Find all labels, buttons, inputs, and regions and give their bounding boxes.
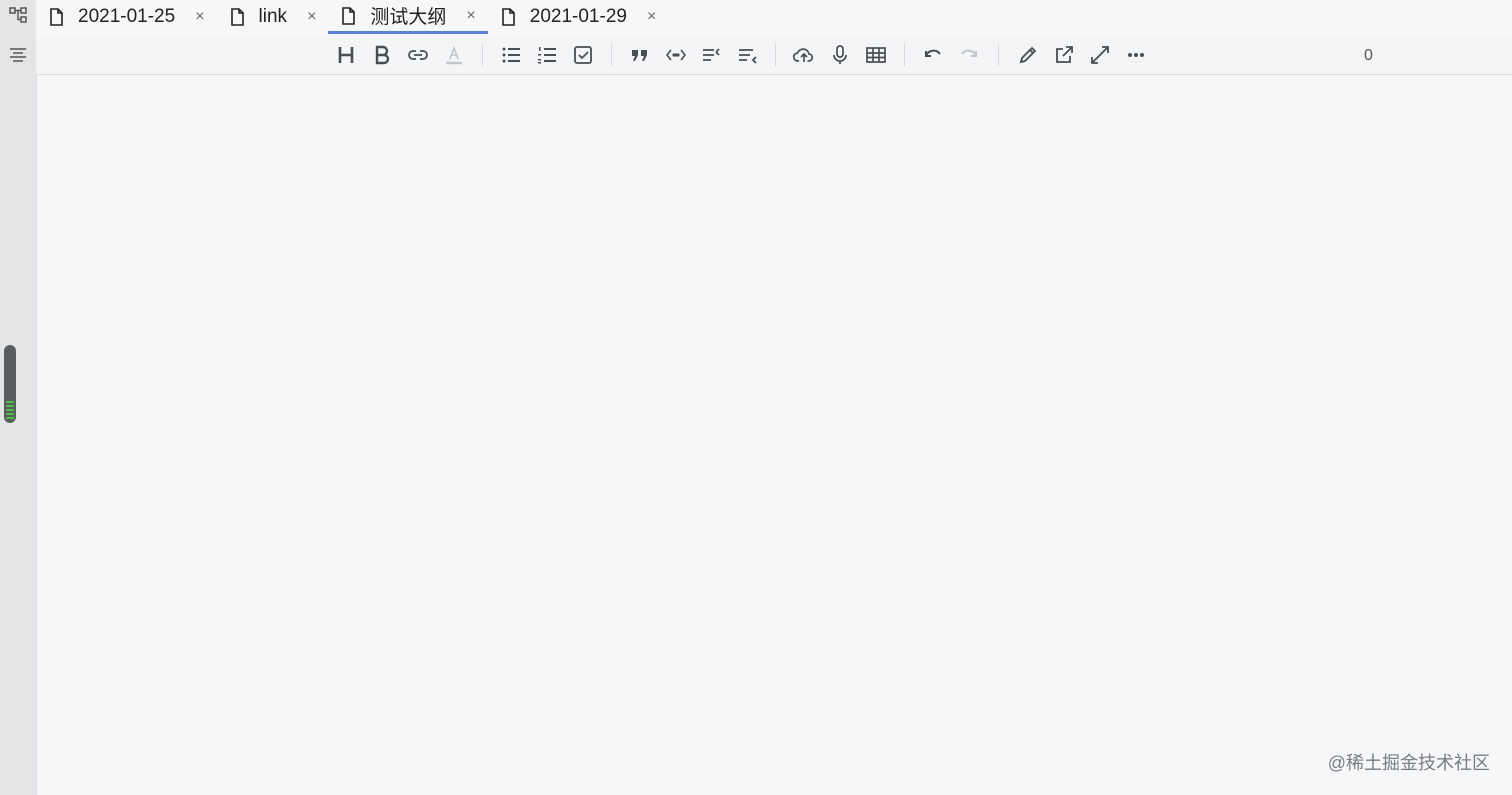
tab-label: 测试大纲 (370, 7, 447, 28)
bold-icon[interactable] (370, 43, 394, 67)
ordered-list-icon[interactable] (535, 43, 559, 67)
document-icon (227, 7, 247, 27)
editor-area[interactable] (37, 75, 1512, 795)
link-icon[interactable] (406, 43, 430, 67)
editor-toolbar (36, 36, 1512, 75)
tab-link[interactable]: link × (217, 0, 329, 34)
table-icon[interactable] (864, 43, 888, 67)
document-icon (338, 6, 358, 26)
close-icon[interactable]: × (647, 8, 656, 26)
watermark: @稀土掘金技术社区 (1327, 753, 1490, 773)
font-color-icon[interactable] (442, 43, 466, 67)
close-icon[interactable]: × (195, 8, 204, 26)
toolbar-separator (775, 44, 776, 66)
checkbox-icon[interactable] (571, 43, 595, 67)
align-center-icon[interactable] (6, 43, 30, 67)
left-rail (0, 0, 37, 795)
history-group (921, 36, 981, 74)
toolbar-separator (904, 44, 905, 66)
document-icon (498, 7, 518, 27)
view-group (1016, 36, 1148, 74)
word-count: 0 (1364, 47, 1373, 64)
outline-tree-icon[interactable] (6, 3, 30, 27)
redo-icon[interactable] (957, 43, 981, 67)
tab-label: 2021-01-29 (529, 6, 627, 27)
tab-label: link (258, 6, 288, 27)
block-group (628, 36, 760, 74)
quote-icon[interactable] (628, 43, 652, 67)
more-icon[interactable] (1124, 43, 1148, 67)
code-icon[interactable] (664, 43, 688, 67)
outdent-icon[interactable] (700, 43, 724, 67)
indent-icon[interactable] (736, 43, 760, 67)
insert-group (792, 36, 888, 74)
open-external-icon[interactable] (1052, 43, 1076, 67)
tab-bar: 2021-01-25 × link × 测试大纲 × 2021-01-29 × (36, 0, 1512, 36)
heading-icon[interactable] (334, 43, 358, 67)
document-icon (46, 7, 66, 27)
undo-icon[interactable] (921, 43, 945, 67)
close-icon[interactable]: × (307, 8, 316, 26)
toolbar-separator (998, 44, 999, 66)
tab-2021-01-29[interactable]: 2021-01-29 × (488, 0, 669, 34)
scroll-handle[interactable] (4, 345, 16, 423)
toolbar-separator (482, 44, 483, 66)
scroll-grip (6, 401, 14, 419)
format-group (334, 36, 466, 74)
fullscreen-icon[interactable] (1088, 43, 1112, 67)
close-icon[interactable]: × (466, 7, 475, 25)
upload-icon[interactable] (792, 43, 816, 67)
list-group (499, 36, 595, 74)
bullet-list-icon[interactable] (499, 43, 523, 67)
tab-test-outline[interactable]: 测试大纲 × (328, 0, 488, 34)
tab-2021-01-25[interactable]: 2021-01-25 × (36, 0, 217, 34)
tab-label: 2021-01-25 (78, 6, 176, 27)
microphone-icon[interactable] (828, 43, 852, 67)
edit-icon[interactable] (1016, 43, 1040, 67)
toolbar-separator (611, 44, 612, 66)
